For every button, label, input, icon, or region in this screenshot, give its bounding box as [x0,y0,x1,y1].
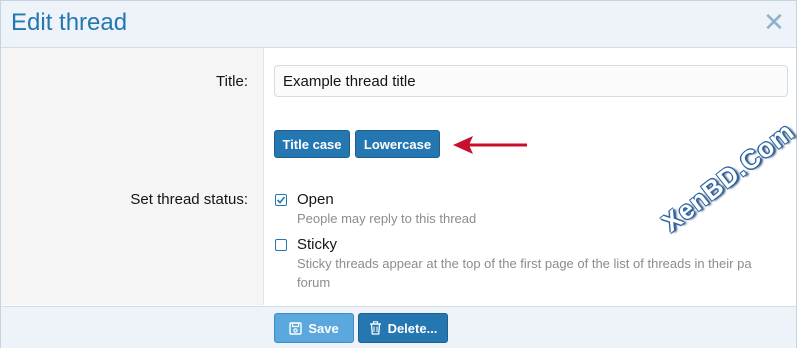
dialog-title: Edit thread [11,9,128,36]
sticky-option-hint: Sticky threads appear at the top of the … [297,256,752,271]
open-option-hint: People may reply to this thread [297,211,477,226]
save-label: Save [308,320,339,336]
left-arrow-icon [453,136,527,154]
trash-icon [369,321,382,335]
edit-thread-dialog: Edit thread ✕ Title: Title case Lowercas… [0,0,797,348]
save-icon [289,321,303,335]
dialog-footer: Save Delete... [1,306,796,348]
checkmark-icon [276,196,286,204]
title-input[interactable] [274,65,788,97]
save-button[interactable]: Save [274,313,354,343]
thread-status-label: Set thread status: [130,191,248,208]
dialog-titlebar: Edit thread ✕ [1,1,796,48]
lowercase-button[interactable]: Lowercase [355,130,440,158]
delete-label: Delete... [387,320,438,336]
delete-button[interactable]: Delete... [358,313,448,343]
open-checkbox[interactable] [275,194,287,206]
sticky-checkbox[interactable] [275,239,287,251]
sticky-option-hint-continued: forum [297,275,331,290]
close-icon[interactable]: ✕ [760,7,788,37]
title-label: Title: [216,73,248,90]
title-case-button[interactable]: Title case [274,130,350,158]
open-option-label: Open [297,191,334,208]
sticky-option-label: Sticky [297,236,338,253]
